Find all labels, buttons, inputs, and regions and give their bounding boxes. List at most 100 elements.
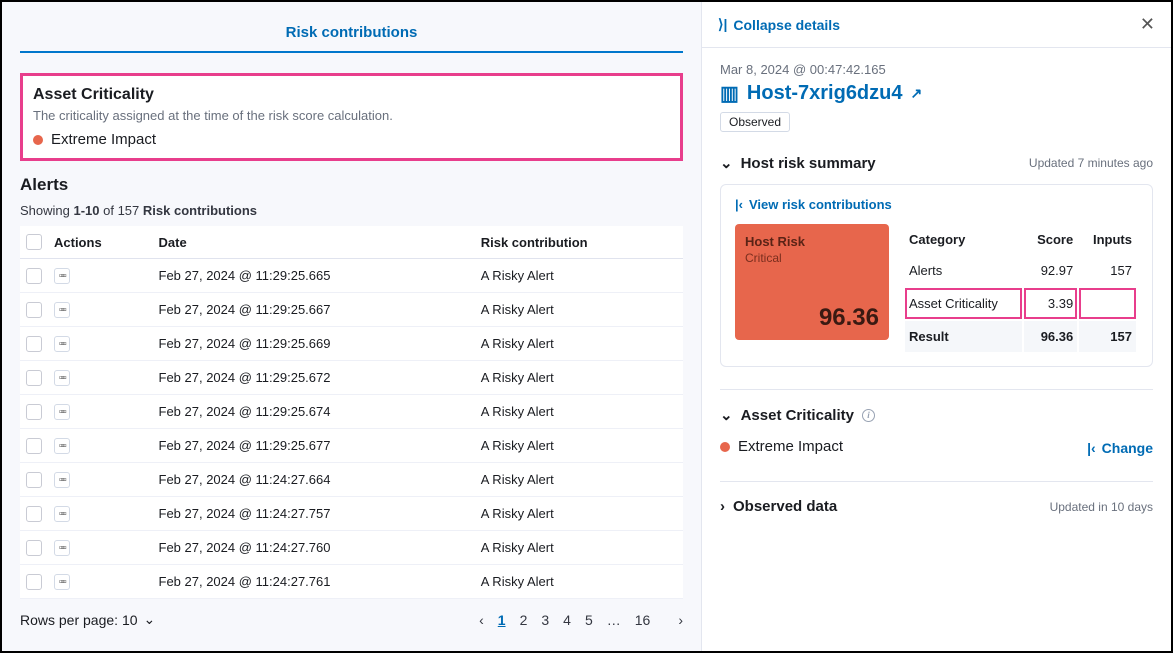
table-row: ▫▫▫ Feb 27, 2024 @ 11:29:25.667 A Risky … bbox=[20, 293, 683, 327]
chevron-right-icon: › bbox=[720, 498, 725, 515]
row-contribution: A Risky Alert bbox=[475, 327, 683, 361]
row-actions-button[interactable]: ▫▫▫ bbox=[54, 540, 70, 556]
chevron-down-icon: ⌄ bbox=[720, 154, 733, 172]
row-checkbox[interactable] bbox=[26, 404, 42, 420]
row-date: Feb 27, 2024 @ 11:29:25.672 bbox=[153, 361, 475, 395]
go-first-icon: |‹ bbox=[1087, 440, 1096, 456]
rows-per-page-select[interactable]: Rows per page: 10 ⌄ bbox=[20, 611, 155, 628]
table-row: ▫▫▫ Feb 27, 2024 @ 11:29:25.674 A Risky … bbox=[20, 395, 683, 429]
row-contribution: A Risky Alert bbox=[475, 395, 683, 429]
view-risk-contributions-link[interactable]: |‹ View risk contributions bbox=[735, 197, 1138, 212]
row-date: Feb 27, 2024 @ 11:24:27.760 bbox=[153, 531, 475, 565]
row-checkbox[interactable] bbox=[26, 574, 42, 590]
risk-contributions-panel: Risk contributions Asset Criticality The… bbox=[2, 2, 702, 651]
table-row: ▫▫▫ Feb 27, 2024 @ 11:24:27.760 A Risky … bbox=[20, 531, 683, 565]
prev-page-button[interactable]: ‹ bbox=[479, 612, 484, 628]
next-page-button[interactable]: › bbox=[678, 612, 683, 628]
row-actions-button[interactable]: ▫▫▫ bbox=[54, 370, 70, 386]
asset-criticality-card: Asset Criticality The criticality assign… bbox=[20, 73, 683, 161]
row-contribution: A Risky Alert bbox=[475, 565, 683, 599]
select-all-checkbox[interactable] bbox=[26, 234, 42, 250]
chevron-down-icon: ⌄ bbox=[144, 611, 156, 628]
row-date: Feb 27, 2024 @ 11:24:27.757 bbox=[153, 497, 475, 531]
criticality-dot-icon bbox=[720, 442, 730, 452]
page-number: … bbox=[607, 612, 621, 628]
criticality-dot-icon bbox=[33, 135, 43, 145]
criticality-level-value: Extreme Impact bbox=[738, 438, 843, 455]
asset-criticality-score-row: Asset Criticality 3.39 bbox=[905, 288, 1136, 319]
info-icon[interactable]: i bbox=[862, 409, 875, 422]
row-actions-button[interactable]: ▫▫▫ bbox=[54, 404, 70, 420]
timestamp: Mar 8, 2024 @ 00:47:42.165 bbox=[720, 62, 1153, 77]
row-checkbox[interactable] bbox=[26, 506, 42, 522]
details-flyout: ⟩| Collapse details ✕ Mar 8, 2024 @ 00:4… bbox=[702, 2, 1171, 651]
row-actions-button[interactable]: ▫▫▫ bbox=[54, 506, 70, 522]
row-actions-button[interactable]: ▫▫▫ bbox=[54, 472, 70, 488]
row-date: Feb 27, 2024 @ 11:29:25.674 bbox=[153, 395, 475, 429]
host-icon: ▥ bbox=[720, 81, 739, 106]
table-row: ▫▫▫ Feb 27, 2024 @ 11:29:25.672 A Risky … bbox=[20, 361, 683, 395]
collapse-details-button[interactable]: ⟩| Collapse details bbox=[718, 16, 840, 33]
row-checkbox[interactable] bbox=[26, 336, 42, 352]
showing-text: Showing 1-10 of 157 Risk contributions bbox=[20, 203, 683, 218]
row-date: Feb 27, 2024 @ 11:29:25.669 bbox=[153, 327, 475, 361]
page-number[interactable]: 16 bbox=[635, 612, 651, 628]
observed-data-toggle[interactable]: › Observed data bbox=[720, 498, 837, 515]
row-date: Feb 27, 2024 @ 11:29:25.665 bbox=[153, 259, 475, 293]
row-checkbox[interactable] bbox=[26, 268, 42, 284]
row-actions-button[interactable]: ▫▫▫ bbox=[54, 268, 70, 284]
observed-badge: Observed bbox=[720, 112, 790, 132]
page-number[interactable]: 3 bbox=[541, 612, 549, 628]
observed-updated: Updated in 10 days bbox=[1050, 500, 1153, 514]
criticality-title: Asset Criticality bbox=[33, 86, 670, 104]
asset-criticality-toggle[interactable]: ⌄ Asset Criticality i bbox=[720, 406, 875, 424]
risk-summary-updated: Updated 7 minutes ago bbox=[1029, 156, 1153, 170]
host-link[interactable]: ▥ Host-7xrig6dzu4 ↗ bbox=[720, 81, 1153, 106]
table-row: ▫▫▫ Feb 27, 2024 @ 11:24:27.664 A Risky … bbox=[20, 463, 683, 497]
risk-score-table: Category Score Inputs Alerts 92.97 157 A… bbox=[903, 224, 1138, 354]
row-checkbox[interactable] bbox=[26, 370, 42, 386]
row-contribution: A Risky Alert bbox=[475, 361, 683, 395]
row-actions-button[interactable]: ▫▫▫ bbox=[54, 336, 70, 352]
risk-summary-card: |‹ View risk contributions Host Risk Cri… bbox=[720, 184, 1153, 367]
row-contribution: A Risky Alert bbox=[475, 497, 683, 531]
page-number[interactable]: 5 bbox=[585, 612, 593, 628]
row-contribution: A Risky Alert bbox=[475, 463, 683, 497]
page-number[interactable]: 1 bbox=[498, 612, 506, 628]
row-contribution: A Risky Alert bbox=[475, 293, 683, 327]
go-first-icon: |‹ bbox=[735, 197, 743, 212]
host-risk-summary-toggle[interactable]: ⌄ Host risk summary bbox=[720, 154, 876, 172]
row-checkbox[interactable] bbox=[26, 540, 42, 556]
tab-risk-contributions[interactable]: Risk contributions bbox=[20, 16, 683, 53]
chevron-down-icon: ⌄ bbox=[720, 406, 733, 424]
row-contribution: A Risky Alert bbox=[475, 429, 683, 463]
col-date: Date bbox=[153, 226, 475, 259]
row-actions-button[interactable]: ▫▫▫ bbox=[54, 574, 70, 590]
row-actions-button[interactable]: ▫▫▫ bbox=[54, 438, 70, 454]
popout-icon: ↗ bbox=[911, 85, 923, 102]
row-date: Feb 27, 2024 @ 11:24:27.761 bbox=[153, 565, 475, 599]
page-number[interactable]: 2 bbox=[520, 612, 528, 628]
table-row: ▫▫▫ Feb 27, 2024 @ 11:29:25.665 A Risky … bbox=[20, 259, 683, 293]
row-actions-button[interactable]: ▫▫▫ bbox=[54, 302, 70, 318]
row-contribution: A Risky Alert bbox=[475, 259, 683, 293]
change-criticality-button[interactable]: |‹ Change bbox=[1087, 440, 1153, 456]
pagination: ‹ 12345 … 16 › bbox=[479, 612, 683, 628]
host-risk-tile: Host Risk Critical 96.36 bbox=[735, 224, 889, 340]
col-actions: Actions bbox=[48, 226, 153, 259]
alerts-table: Actions Date Risk contribution ▫▫▫ Feb 2… bbox=[20, 226, 683, 599]
criticality-level: Extreme Impact bbox=[51, 131, 156, 148]
col-contribution: Risk contribution bbox=[475, 226, 683, 259]
row-checkbox[interactable] bbox=[26, 472, 42, 488]
criticality-desc: The criticality assigned at the time of … bbox=[33, 108, 670, 123]
row-checkbox[interactable] bbox=[26, 438, 42, 454]
collapse-icon: ⟩| bbox=[718, 16, 727, 33]
table-row: ▫▫▫ Feb 27, 2024 @ 11:29:25.677 A Risky … bbox=[20, 429, 683, 463]
close-flyout-button[interactable]: ✕ bbox=[1140, 14, 1155, 35]
table-row: ▫▫▫ Feb 27, 2024 @ 11:24:27.757 A Risky … bbox=[20, 497, 683, 531]
table-row: ▫▫▫ Feb 27, 2024 @ 11:24:27.761 A Risky … bbox=[20, 565, 683, 599]
row-checkbox[interactable] bbox=[26, 302, 42, 318]
page-number[interactable]: 4 bbox=[563, 612, 571, 628]
row-contribution: A Risky Alert bbox=[475, 531, 683, 565]
alerts-header: Alerts bbox=[20, 175, 683, 195]
